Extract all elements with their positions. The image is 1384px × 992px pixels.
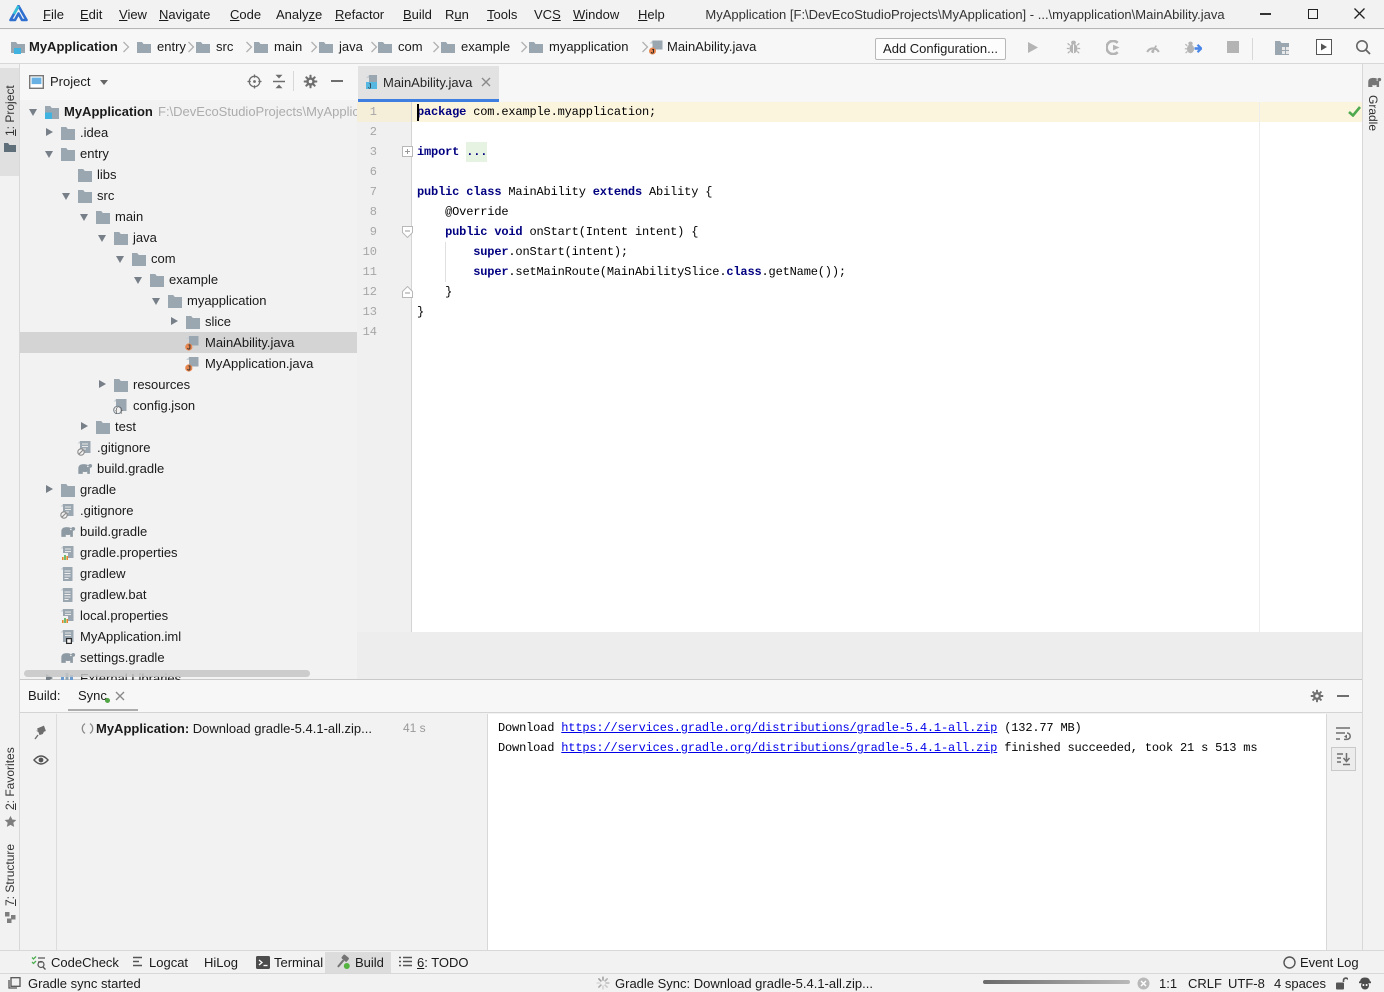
svg-text:J: J [368,84,372,91]
svg-text:{}: {} [114,408,123,414]
svg-text:J: J [651,49,655,55]
svg-text:J: J [187,366,191,372]
svg-text:J: J [187,345,191,351]
